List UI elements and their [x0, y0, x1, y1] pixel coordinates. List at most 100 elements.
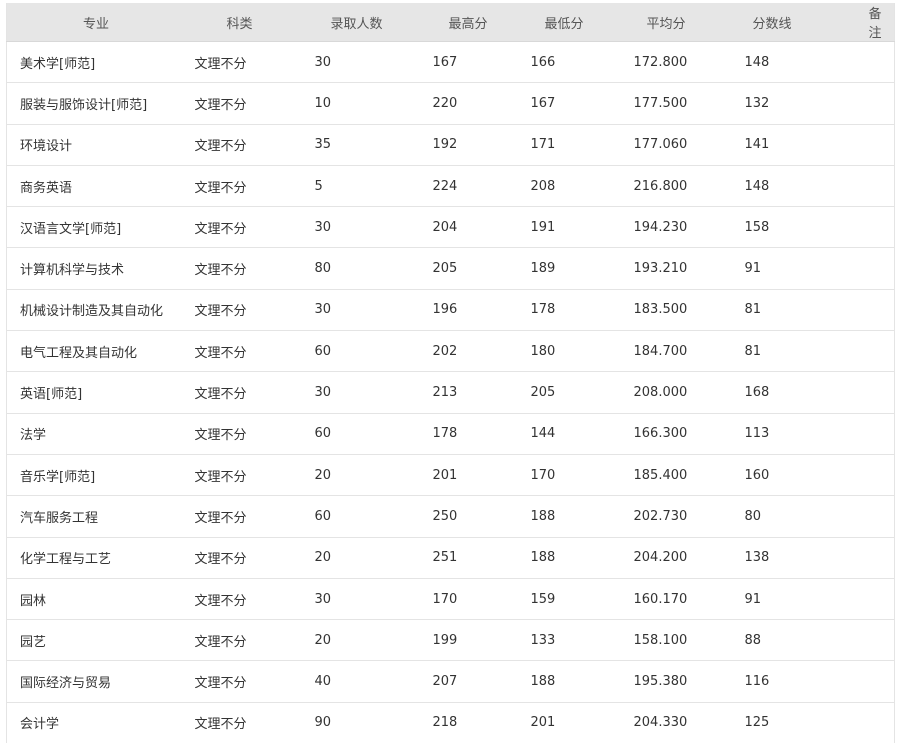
cell-cutoff-line: 80	[723, 496, 829, 537]
cell-admitted: 90	[301, 702, 417, 743]
cell-category: 文理不分	[185, 702, 301, 743]
table-row: 服装与服饰设计[师范]文理不分10220167177.500132	[7, 83, 895, 124]
cell-note	[829, 620, 895, 661]
table-row: 化学工程与工艺文理不分20251188204.200138	[7, 537, 895, 578]
table-row: 法学文理不分60178144166.300113	[7, 413, 895, 454]
cell-major: 汽车服务工程	[7, 496, 185, 537]
cell-admitted: 80	[301, 248, 417, 289]
cell-min-score: 166	[517, 42, 615, 83]
cell-cutoff-line: 168	[723, 372, 829, 413]
cell-admitted: 30	[301, 289, 417, 330]
cell-major: 美术学[师范]	[7, 42, 185, 83]
cell-max-score: 170	[417, 578, 517, 619]
cell-note	[829, 372, 895, 413]
cell-admitted: 20	[301, 537, 417, 578]
cell-major: 商务英语	[7, 165, 185, 206]
cell-cutoff-line: 81	[723, 331, 829, 372]
cell-avg-score: 208.000	[615, 372, 723, 413]
cell-cutoff-line: 88	[723, 620, 829, 661]
cell-avg-score: 204.200	[615, 537, 723, 578]
cell-admitted: 60	[301, 496, 417, 537]
cell-min-score: 170	[517, 454, 615, 495]
cell-admitted: 30	[301, 42, 417, 83]
cell-max-score: 204	[417, 207, 517, 248]
cell-major: 会计学	[7, 702, 185, 743]
cell-min-score: 201	[517, 702, 615, 743]
cell-cutoff-line: 113	[723, 413, 829, 454]
header-avg-score: 平均分	[615, 3, 723, 42]
cell-cutoff-line: 148	[723, 165, 829, 206]
cell-category: 文理不分	[185, 289, 301, 330]
cell-category: 文理不分	[185, 496, 301, 537]
cell-max-score: 202	[417, 331, 517, 372]
cell-avg-score: 193.210	[615, 248, 723, 289]
cell-max-score: 178	[417, 413, 517, 454]
table-header: 专业 科类 录取人数 最高分 最低分 平均分 分数线 备注	[7, 3, 895, 42]
cell-min-score: 188	[517, 661, 615, 702]
cell-avg-score: 216.800	[615, 165, 723, 206]
cell-min-score: 159	[517, 578, 615, 619]
cell-category: 文理不分	[185, 331, 301, 372]
cell-avg-score: 202.730	[615, 496, 723, 537]
cell-admitted: 30	[301, 578, 417, 619]
cell-cutoff-line: 125	[723, 702, 829, 743]
cell-category: 文理不分	[185, 207, 301, 248]
cell-admitted: 60	[301, 413, 417, 454]
cell-min-score: 191	[517, 207, 615, 248]
table-row: 汽车服务工程文理不分60250188202.73080	[7, 496, 895, 537]
cell-category: 文理不分	[185, 413, 301, 454]
header-admitted: 录取人数	[301, 3, 417, 42]
cell-note	[829, 83, 895, 124]
cell-note	[829, 496, 895, 537]
cell-min-score: 133	[517, 620, 615, 661]
table-row: 会计学文理不分90218201204.330125	[7, 702, 895, 743]
cell-min-score: 167	[517, 83, 615, 124]
admission-score-table: 专业 科类 录取人数 最高分 最低分 平均分 分数线 备注 美术学[师范]文理不…	[6, 3, 895, 743]
table-row: 英语[师范]文理不分30213205208.000168	[7, 372, 895, 413]
cell-note	[829, 289, 895, 330]
cell-note	[829, 207, 895, 248]
cell-max-score: 199	[417, 620, 517, 661]
cell-category: 文理不分	[185, 83, 301, 124]
cell-major: 法学	[7, 413, 185, 454]
cell-major: 环境设计	[7, 124, 185, 165]
cell-category: 文理不分	[185, 578, 301, 619]
cell-avg-score: 172.800	[615, 42, 723, 83]
header-min-score: 最低分	[517, 3, 615, 42]
table-row: 园林文理不分30170159160.17091	[7, 578, 895, 619]
cell-note	[829, 124, 895, 165]
cell-major: 汉语言文学[师范]	[7, 207, 185, 248]
cell-avg-score: 158.100	[615, 620, 723, 661]
cell-avg-score: 160.170	[615, 578, 723, 619]
cell-cutoff-line: 141	[723, 124, 829, 165]
page: 专业 科类 录取人数 最高分 最低分 平均分 分数线 备注 美术学[师范]文理不…	[0, 0, 900, 742]
cell-avg-score: 184.700	[615, 331, 723, 372]
cell-category: 文理不分	[185, 124, 301, 165]
table-row: 电气工程及其自动化文理不分60202180184.70081	[7, 331, 895, 372]
cell-max-score: 201	[417, 454, 517, 495]
cell-note	[829, 578, 895, 619]
cell-major: 国际经济与贸易	[7, 661, 185, 702]
cell-category: 文理不分	[185, 248, 301, 289]
cell-major: 英语[师范]	[7, 372, 185, 413]
cell-min-score: 205	[517, 372, 615, 413]
cell-admitted: 40	[301, 661, 417, 702]
cell-avg-score: 183.500	[615, 289, 723, 330]
cell-admitted: 5	[301, 165, 417, 206]
cell-category: 文理不分	[185, 620, 301, 661]
cell-note	[829, 537, 895, 578]
cell-avg-score: 177.060	[615, 124, 723, 165]
cell-max-score: 196	[417, 289, 517, 330]
header-max-score: 最高分	[417, 3, 517, 42]
cell-min-score: 188	[517, 537, 615, 578]
cell-admitted: 10	[301, 83, 417, 124]
table-row: 商务英语文理不分5224208216.800148	[7, 165, 895, 206]
table-row: 国际经济与贸易文理不分40207188195.380116	[7, 661, 895, 702]
cell-note	[829, 413, 895, 454]
cell-avg-score: 177.500	[615, 83, 723, 124]
cell-category: 文理不分	[185, 42, 301, 83]
header-major: 专业	[7, 3, 185, 42]
cell-major: 园艺	[7, 620, 185, 661]
cell-cutoff-line: 158	[723, 207, 829, 248]
cell-avg-score: 195.380	[615, 661, 723, 702]
